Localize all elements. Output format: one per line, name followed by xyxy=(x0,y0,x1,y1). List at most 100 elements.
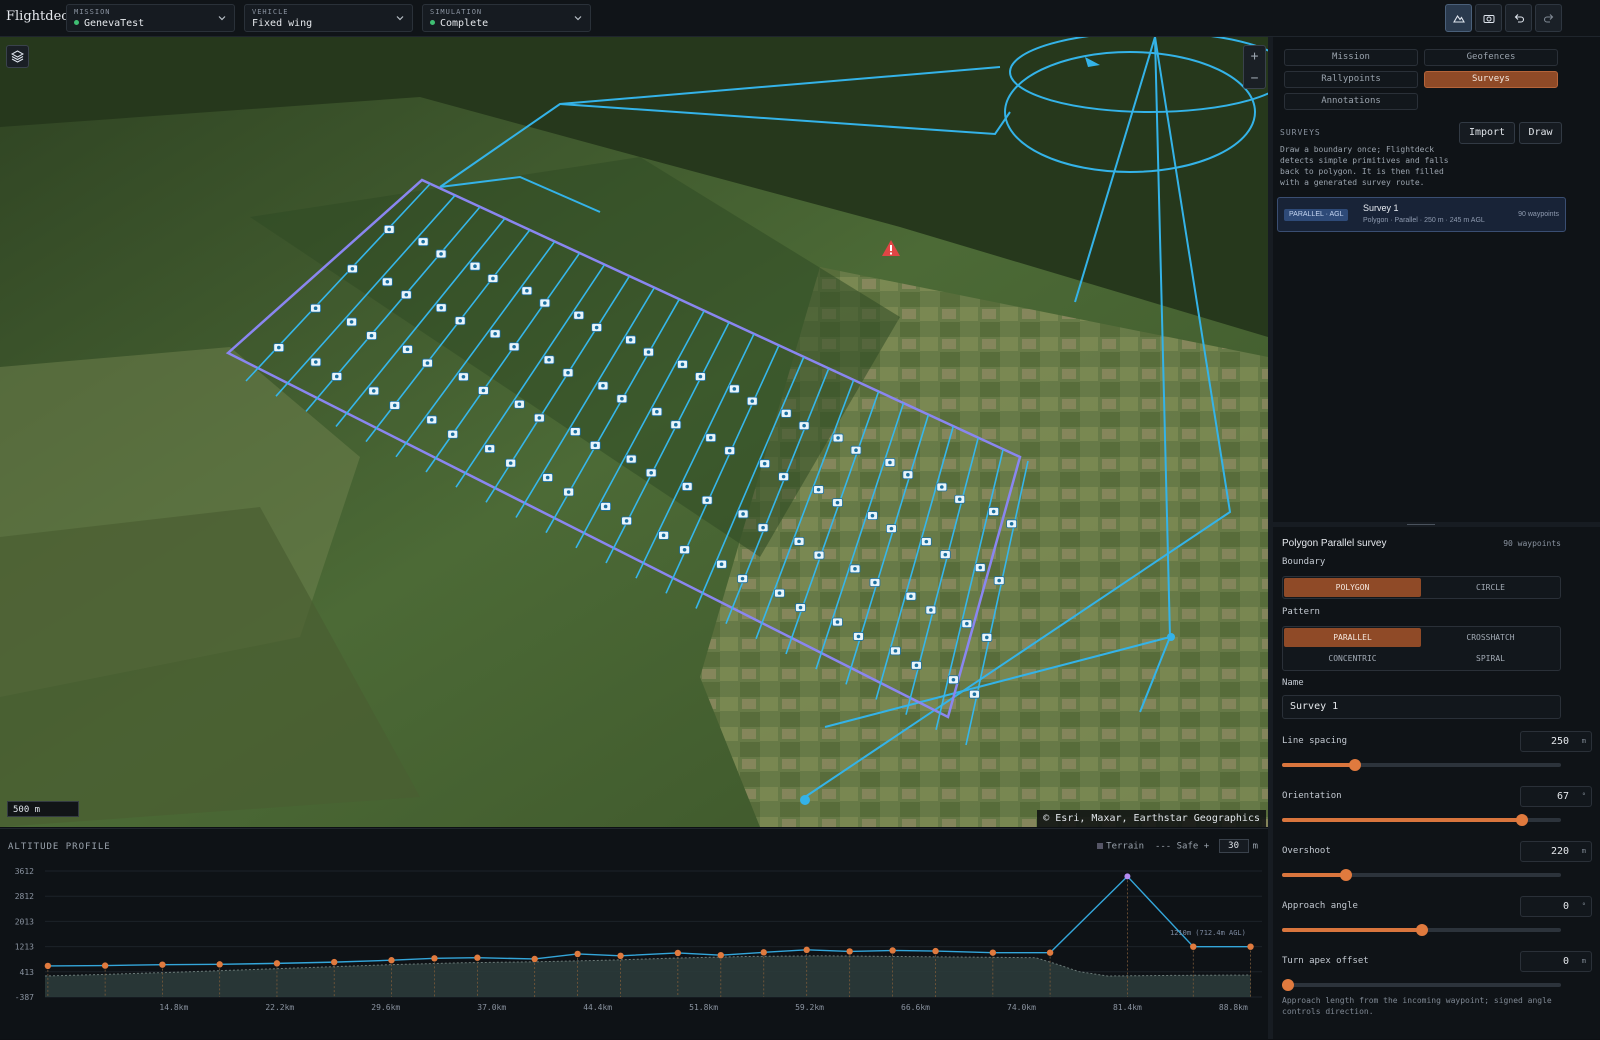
tab-geofences[interactable]: Geofences xyxy=(1424,49,1558,66)
waypoint-marker xyxy=(1124,873,1131,880)
x-tick-label: 22.2km xyxy=(265,1003,294,1012)
line-spacing-label: Line spacing xyxy=(1282,736,1348,746)
redo-icon xyxy=(1543,14,1554,23)
tab-rallypoints[interactable]: Rallypoints xyxy=(1284,71,1418,88)
status-dot-icon xyxy=(430,20,435,25)
approach-angle-slider[interactable] xyxy=(1282,924,1561,936)
turn-apex-offset-slider[interactable] xyxy=(1281,979,1561,991)
waypoint-marker xyxy=(1247,943,1254,950)
overshoot-label: Overshoot xyxy=(1282,846,1331,856)
satellite-map xyxy=(0,37,1268,827)
editor-title: Polygon Parallel survey xyxy=(1282,538,1387,549)
pattern-option-concentric[interactable]: CONCENTRIC xyxy=(1284,649,1421,668)
boundary-option-polygon[interactable]: POLYGON xyxy=(1284,578,1421,597)
turn-apex-help-text: Approach length from the incoming waypoi… xyxy=(1282,996,1552,1016)
undo-icon xyxy=(1514,14,1525,23)
undo-button[interactable] xyxy=(1505,4,1532,32)
mission-select[interactable]: MISSION GenevaTest xyxy=(66,4,235,32)
vehicle-select[interactable]: VEHICLE Fixed wing xyxy=(244,4,413,32)
surveys-description: Draw a boundary once; Flightdeck detects… xyxy=(1280,145,1449,187)
camera-icon xyxy=(1483,15,1495,23)
tab-mission[interactable]: Mission xyxy=(1284,49,1418,66)
survey-name: Survey 1 xyxy=(1363,203,1399,213)
x-tick-label: 66.6km xyxy=(901,1003,930,1012)
layers-button[interactable] xyxy=(6,45,29,68)
surveys-heading: SURVEYS xyxy=(1280,128,1321,137)
zoom-out-button[interactable]: − xyxy=(1244,68,1265,90)
chevron-down-icon xyxy=(574,16,582,21)
waypoint-marker xyxy=(431,955,438,962)
simulation-value: Complete xyxy=(430,18,488,29)
y-tick-label: -387 xyxy=(15,993,34,1002)
simulation-select[interactable]: SIMULATION Complete xyxy=(422,4,591,32)
orientation-slider[interactable] xyxy=(1282,814,1561,826)
camera-button[interactable] xyxy=(1475,4,1502,32)
line-spacing-slider[interactable] xyxy=(1282,759,1561,771)
line-spacing-input[interactable]: 250 m xyxy=(1520,731,1592,752)
x-tick-label: 37.0km xyxy=(477,1003,506,1012)
pattern-option-crosshatch[interactable]: CROSSHATCH xyxy=(1422,628,1559,647)
vehicle-value: Fixed wing xyxy=(252,18,313,29)
slider-knob[interactable] xyxy=(1348,759,1361,771)
waypoint-marker xyxy=(101,962,109,969)
survey-badge: PARALLEL · AGL xyxy=(1284,209,1349,221)
overshoot-slider[interactable] xyxy=(1282,869,1561,881)
altitude-profile-panel: ALTITUDE PROFILE Terrain --- Safe + 30 m … xyxy=(0,828,1268,1039)
terrain-icon xyxy=(1453,14,1465,23)
zoom-in-button[interactable]: + xyxy=(1244,46,1265,68)
layers-icon xyxy=(11,50,24,63)
overshoot-input[interactable]: 220 m xyxy=(1520,841,1592,862)
zoom-control: + − xyxy=(1243,45,1266,89)
mission-value: GenevaTest xyxy=(74,18,144,29)
approach-angle-label: Approach angle xyxy=(1282,901,1358,911)
draw-button[interactable]: Draw xyxy=(1519,122,1562,144)
waypoint-marker xyxy=(989,949,997,956)
map-attribution: © Esri, Maxar, Earthstar Geographics xyxy=(1037,810,1266,827)
slider-knob[interactable] xyxy=(1515,814,1528,826)
waypoint-marker xyxy=(331,958,338,966)
x-tick-label: 51.8km xyxy=(689,1003,718,1012)
slider-knob[interactable] xyxy=(1281,979,1294,991)
waypoint-marker xyxy=(717,951,724,959)
map-scale: 500 m xyxy=(7,801,79,817)
waypoint-marker xyxy=(932,947,939,955)
status-dot-icon xyxy=(74,20,79,25)
survey-waypoint-count: 90 waypoints xyxy=(1518,211,1559,218)
panel-resize-handle[interactable] xyxy=(1273,522,1600,527)
name-label: Name xyxy=(1282,678,1304,688)
chevron-down-icon xyxy=(396,16,404,21)
map-view[interactable]: + − 500 m © Esri, Maxar, Earthstar Geogr… xyxy=(0,37,1268,827)
y-tick-label: 3612 xyxy=(15,867,34,876)
slider-knob[interactable] xyxy=(1415,924,1428,936)
tab-surveys[interactable]: Surveys xyxy=(1424,71,1558,88)
waypoint-marker xyxy=(388,957,395,964)
waypoint-marker xyxy=(216,961,223,968)
turn-apex-offset-input[interactable]: 0m xyxy=(1520,951,1592,972)
x-tick-label: 44.4km xyxy=(583,1003,612,1012)
top-bar: Flightdeck MISSION GenevaTest VEHICLE Fi… xyxy=(0,0,1600,37)
waypoint-marker xyxy=(846,948,853,955)
survey-list-item[interactable]: PARALLEL · AGL Survey 1 Polygon · Parall… xyxy=(1277,197,1566,232)
approach-angle-input[interactable]: 0 ° xyxy=(1520,896,1592,917)
x-tick-label: 14.8km xyxy=(159,1003,188,1012)
waypoint-marker xyxy=(889,947,896,954)
right-panel: Mission Geofences Rallypoints Surveys An… xyxy=(1273,37,1600,1039)
tab-annotations[interactable]: Annotations xyxy=(1284,93,1418,110)
waypoint-marker xyxy=(617,952,624,960)
terrain-area xyxy=(45,955,1251,997)
redo-button[interactable] xyxy=(1535,4,1562,32)
survey-name-input[interactable]: Survey 1 xyxy=(1282,695,1561,719)
waypoint-marker xyxy=(760,949,767,956)
boundary-option-circle[interactable]: CIRCLE xyxy=(1422,578,1559,597)
pattern-option-spiral[interactable]: SPIRAL xyxy=(1422,649,1559,668)
pattern-option-parallel[interactable]: PARALLEL xyxy=(1284,628,1421,647)
waypoint-marker xyxy=(574,950,581,958)
terrain-button[interactable] xyxy=(1445,4,1472,32)
x-tick-label: 59.2km xyxy=(795,1003,824,1012)
editor-waypoints: 90 waypoints xyxy=(1503,539,1561,548)
pattern-selector: PARALLEL CROSSHATCH CONCENTRIC SPIRAL xyxy=(1282,626,1561,671)
import-button[interactable]: Import xyxy=(1459,122,1515,144)
orientation-input[interactable]: 67 ° xyxy=(1520,786,1592,807)
waypoint-marker xyxy=(474,954,481,961)
slider-knob[interactable] xyxy=(1340,869,1353,881)
